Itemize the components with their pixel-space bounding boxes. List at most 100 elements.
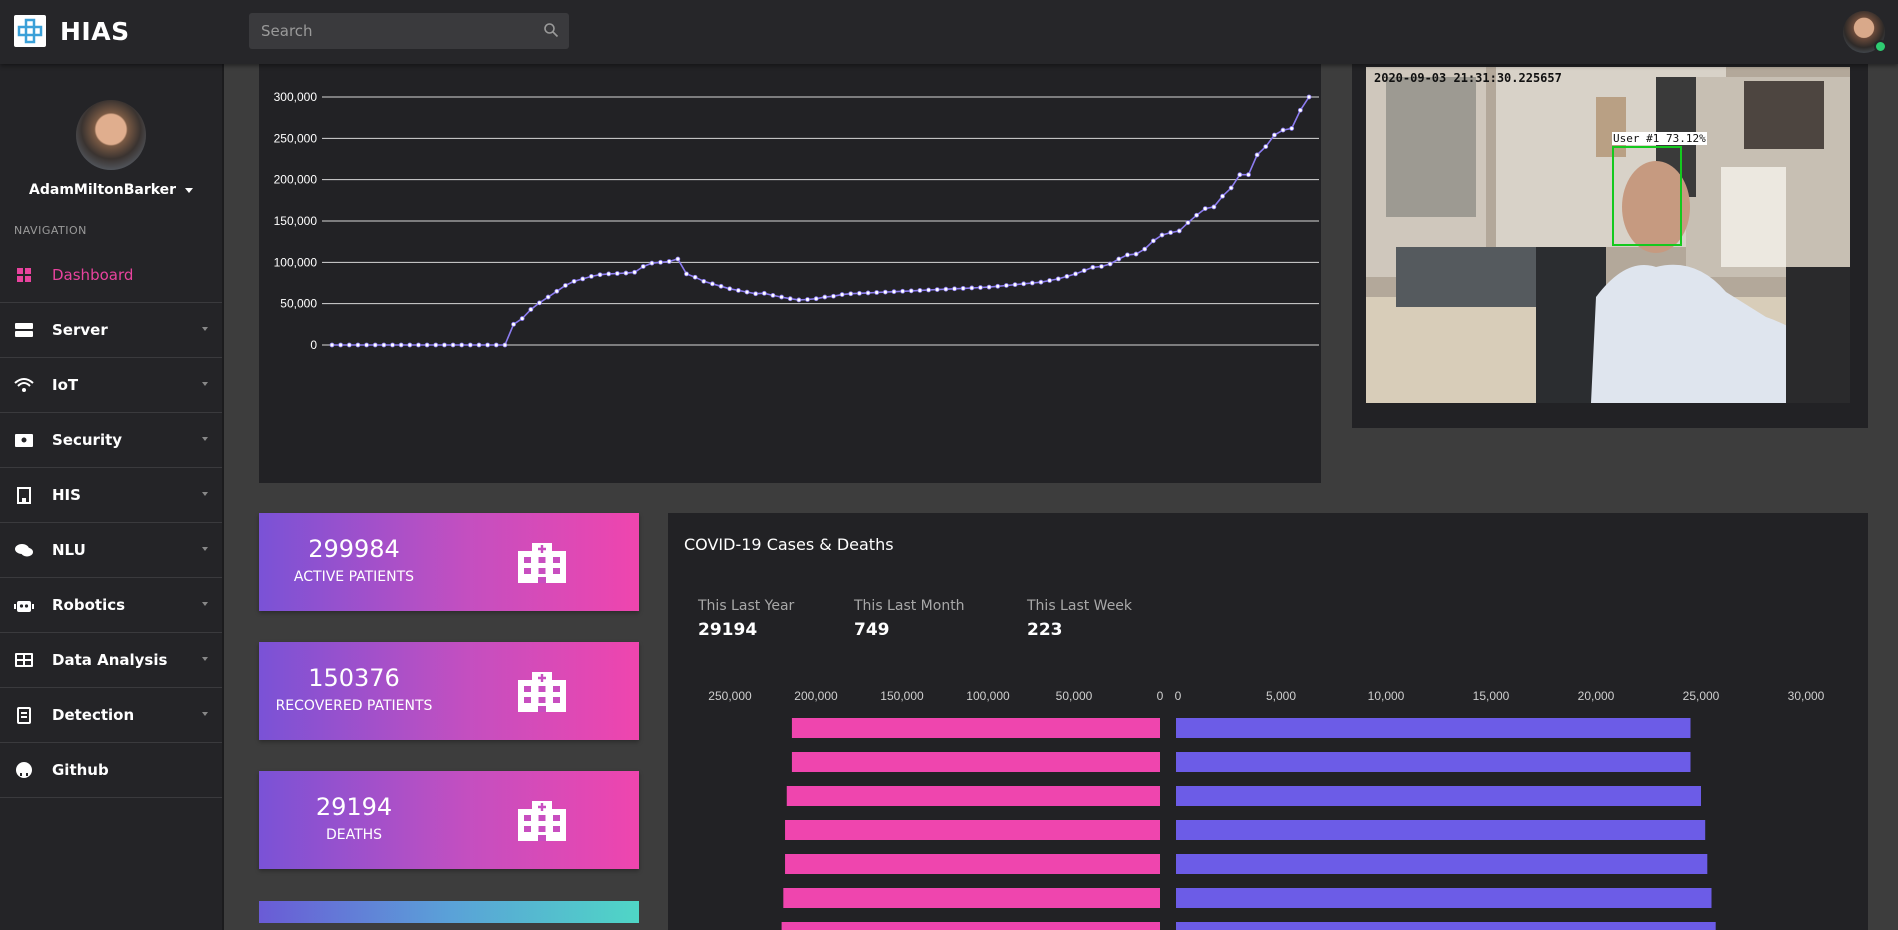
data-point[interactable]	[623, 270, 629, 276]
sidebar-item-data-analysis[interactable]: Data Analysis	[0, 633, 222, 688]
data-point[interactable]	[407, 342, 413, 348]
bar-left[interactable]	[791, 718, 1160, 738]
profile-avatar[interactable]	[76, 100, 146, 170]
deaths-card[interactable]: 29194 DEATHS	[259, 771, 639, 869]
data-point[interactable]	[900, 288, 906, 294]
bar-right[interactable]	[1176, 888, 1712, 908]
sidebar-item-dashboard[interactable]: Dashboard	[0, 248, 222, 303]
data-point[interactable]	[433, 342, 439, 348]
data-point[interactable]	[1237, 172, 1243, 178]
data-point[interactable]	[986, 284, 992, 290]
data-point[interactable]	[390, 342, 395, 348]
data-point[interactable]	[1306, 94, 1312, 100]
sidebar-item-github[interactable]: Github	[0, 743, 222, 798]
bar-left[interactable]	[786, 786, 1160, 806]
data-point[interactable]	[1272, 132, 1277, 138]
data-point[interactable]	[805, 297, 810, 302]
bar-right[interactable]	[1176, 752, 1691, 772]
data-point[interactable]	[692, 274, 698, 280]
data-point[interactable]	[614, 271, 620, 276]
bar-left[interactable]	[781, 922, 1160, 930]
bar-left[interactable]	[783, 888, 1160, 908]
data-point[interactable]	[1107, 261, 1113, 267]
data-point[interactable]	[658, 259, 663, 265]
data-point[interactable]	[329, 342, 335, 348]
data-point[interactable]	[1176, 228, 1182, 234]
data-point[interactable]	[952, 286, 957, 292]
data-point[interactable]	[1073, 271, 1078, 277]
data-point[interactable]	[787, 296, 793, 302]
data-point[interactable]	[424, 342, 430, 348]
data-point[interactable]	[537, 300, 542, 306]
data-point[interactable]	[666, 259, 672, 264]
data-point[interactable]	[779, 294, 784, 300]
sidebar-item-nlu[interactable]: NLU	[0, 523, 222, 578]
data-point[interactable]	[338, 342, 344, 348]
data-point[interactable]	[1081, 268, 1087, 274]
data-point[interactable]	[1090, 264, 1096, 270]
data-point[interactable]	[926, 287, 931, 293]
data-point[interactable]	[346, 342, 352, 348]
data-point[interactable]	[632, 269, 638, 275]
data-point[interactable]	[545, 294, 551, 300]
data-point[interactable]	[450, 342, 456, 348]
data-point[interactable]	[364, 342, 369, 348]
data-point[interactable]	[813, 296, 819, 302]
data-point[interactable]	[753, 291, 759, 297]
brand[interactable]: HIAS	[14, 15, 130, 47]
data-point[interactable]	[822, 294, 828, 300]
data-point[interactable]	[519, 316, 525, 321]
data-point[interactable]	[831, 293, 836, 299]
data-point[interactable]	[467, 342, 473, 348]
data-point[interactable]	[684, 271, 689, 277]
bar-right[interactable]	[1176, 718, 1691, 738]
data-point[interactable]	[1220, 193, 1225, 199]
data-point[interactable]	[917, 288, 923, 293]
data-point[interactable]	[934, 287, 940, 293]
data-point[interactable]	[381, 342, 387, 348]
data-point[interactable]	[995, 283, 1001, 289]
data-point[interactable]	[675, 256, 681, 262]
data-point[interactable]	[865, 290, 871, 296]
data-point[interactable]	[857, 290, 862, 296]
data-point[interactable]	[554, 288, 560, 294]
data-point[interactable]	[1125, 252, 1130, 258]
data-point[interactable]	[588, 273, 594, 279]
bar-left[interactable]	[785, 820, 1160, 840]
data-point[interactable]	[1055, 276, 1061, 282]
data-point[interactable]	[1099, 264, 1104, 269]
data-point[interactable]	[1116, 256, 1122, 262]
user-avatar[interactable]	[1843, 11, 1887, 53]
data-point[interactable]	[839, 292, 845, 297]
bar-right[interactable]	[1176, 820, 1706, 840]
data-point[interactable]	[1038, 279, 1044, 285]
data-point[interactable]	[563, 283, 568, 288]
sidebar-item-detection[interactable]: Detection	[0, 688, 222, 743]
data-point[interactable]	[882, 289, 888, 295]
data-point[interactable]	[580, 276, 586, 282]
data-point[interactable]	[1047, 278, 1053, 283]
data-point[interactable]	[528, 307, 534, 312]
data-point[interactable]	[441, 342, 447, 348]
data-point[interactable]	[701, 278, 707, 284]
data-point[interactable]	[372, 342, 378, 348]
data-point[interactable]	[493, 342, 499, 348]
data-point[interactable]	[1159, 232, 1165, 238]
data-point[interactable]	[718, 283, 724, 289]
data-point[interactable]	[1246, 172, 1251, 178]
data-point[interactable]	[978, 285, 983, 290]
profile-name-dropdown[interactable]: AdamMiltonBarker	[0, 182, 222, 198]
sidebar-item-iot[interactable]: IoT	[0, 358, 222, 413]
sidebar-item-security[interactable]: Security	[0, 413, 222, 468]
data-point[interactable]	[459, 342, 465, 348]
data-point[interactable]	[1168, 230, 1174, 235]
data-point[interactable]	[735, 288, 741, 293]
data-point[interactable]	[398, 342, 404, 348]
data-point[interactable]	[1142, 246, 1148, 252]
data-point[interactable]	[640, 264, 646, 269]
bar-right[interactable]	[1176, 922, 1716, 930]
data-point[interactable]	[1254, 152, 1260, 158]
data-point[interactable]	[1012, 282, 1018, 288]
search-icon[interactable]	[543, 22, 559, 42]
search-input[interactable]	[249, 13, 519, 49]
